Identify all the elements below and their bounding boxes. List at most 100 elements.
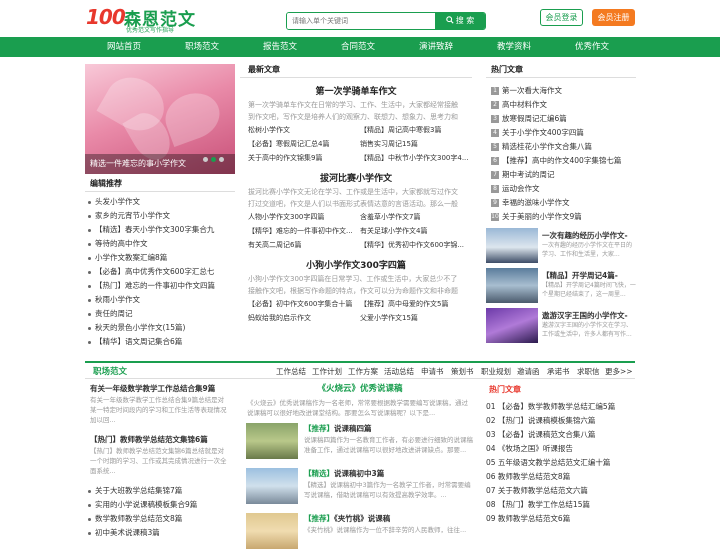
thumb-image (486, 228, 538, 263)
article-headline[interactable]: 拔河比赛小学作文 (240, 171, 472, 184)
hot-item[interactable]: 07 关于教师教学总结范文六篇 (486, 484, 636, 498)
article-link[interactable]: 含羞草小学作文7篇 (360, 210, 420, 224)
thumb-article[interactable]: 【精品】开学周记4篇- 【精品】开学周记4篇时间飞快，一个星期已经结束了，这一周… (486, 268, 636, 304)
login-button[interactable]: 会员登录 (540, 9, 583, 26)
card-title: 【推荐】说课稿四篇 (304, 423, 372, 434)
hot-item[interactable]: 5 精选桂花小学作文合集八篇 (486, 140, 636, 154)
rank-badge: 9 (491, 199, 499, 207)
nav-career[interactable]: 职场范文 (185, 37, 219, 57)
career-middle: 《火烧云》优秀说课稿 《火烧云》优秀说课稿作为一名老师，常常要根据教学需要编写说… (244, 382, 476, 553)
article-link[interactable]: 【精华】难忘的一件事初中作文... (248, 224, 353, 238)
career-link[interactable]: 工作总结 (276, 366, 306, 377)
list-item[interactable]: 实用的小学说课稿模板集合9篇 (85, 498, 235, 512)
thumb-article[interactable]: 遨游汉字王国的小学作文- 遨游汉字王国的小学作文在学习、工作或生活中，许多人都有… (486, 308, 636, 344)
article-link[interactable]: 【必备】寒假周记汇总4篇 (248, 137, 329, 151)
hot-item[interactable]: 3 放寒假周记汇编6篇 (486, 112, 636, 126)
site-header: 100 森恩范文 优秀范文写作指导 搜 索 会员登录 会员注册 (0, 0, 720, 37)
hot-item[interactable]: 4 关于小学作文400字四篇 (486, 126, 636, 140)
hot-item[interactable]: 7 期中考试的周记 (486, 168, 636, 182)
thumb-article[interactable]: 一次有趣的经历小学作文- 一次有趣的经历小学作文在平日的学习、工作和生活里，大家… (486, 228, 636, 264)
article-link[interactable]: 关于高中的作文锦集9篇 (248, 151, 322, 165)
card-title-text: 《夹竹桃》说课稿 (334, 514, 391, 523)
list-item[interactable]: 【精选】春天小学作文300字集合九 (85, 223, 235, 237)
nav-report[interactable]: 报告范文 (263, 37, 297, 57)
feature-card[interactable]: 【推荐】《夹竹桃》说课稿 《夹竹桃》说课稿作为一位不辞辛劳的人民教师，往往... (244, 511, 476, 553)
career-hot-title: 热门文章 (489, 385, 521, 394)
list-item[interactable]: 秋雨小学作文 (85, 293, 235, 307)
article-link[interactable]: 有关足球小学作文4篇 (360, 224, 427, 238)
register-button[interactable]: 会员注册 (592, 9, 635, 26)
nav-contract[interactable]: 合同范文 (341, 37, 375, 57)
list-item[interactable]: 家乡的元宵节小学作文 (85, 209, 235, 223)
hot-item[interactable]: 08 【热门】教学工作总结15篇 (486, 498, 636, 512)
career-link[interactable]: 活动总结 (384, 366, 414, 377)
hot-item-label: 运动会作文 (502, 184, 540, 193)
career-link[interactable]: 承诺书 (547, 366, 570, 377)
list-item[interactable]: 等待的高中作文 (85, 237, 235, 251)
article-headline[interactable]: 第一次学骑单车作文 (240, 84, 472, 97)
list-item[interactable]: 关于大班教学总结集锦7篇 (85, 484, 235, 498)
career-link[interactable]: 职业规划 (481, 366, 511, 377)
hot-item[interactable]: 1 第一次看大海作文 (486, 84, 636, 98)
list-item[interactable]: 头发小学作文 (85, 195, 235, 209)
hot-item[interactable]: 04 《牧场之国》听课报告 (486, 442, 636, 456)
more-link[interactable]: 更多>> (605, 366, 633, 377)
career-link[interactable]: 工作方案 (348, 366, 378, 377)
nav-speech[interactable]: 演讲致辞 (419, 37, 453, 57)
feature-card[interactable]: 【精选】说课稿初中3篇 【精选】说课稿初中3篇作为一名教学工作者，时常需要编写说… (244, 466, 476, 508)
list-item[interactable]: 秋天的景色小学作文(15篇) (85, 321, 235, 335)
career-link[interactable]: 工作计划 (312, 366, 342, 377)
feature-headline[interactable]: 《火烧云》优秀说课稿 (244, 382, 476, 396)
hot-item[interactable]: 09 教师教学总结范文6篇 (486, 512, 636, 526)
search-button[interactable]: 搜 索 (435, 13, 485, 29)
article-link[interactable]: 父爱小学作文15篇 (360, 311, 418, 325)
list-item[interactable]: 【热门】难忘的一件事初中作文四篇 (85, 279, 235, 293)
slide-dot[interactable] (203, 157, 208, 162)
list-item[interactable]: 数学教师教学总结范文8篇 (85, 512, 235, 526)
nav-essay[interactable]: 优秀作文 (575, 37, 609, 57)
hot-item[interactable]: 02 【热门】说课稿模板集锦六篇 (486, 414, 636, 428)
career-link[interactable]: 求职信 (577, 366, 600, 377)
list-item[interactable]: 初中美术说课稿3篇 (85, 526, 235, 540)
nav-home[interactable]: 网站首页 (107, 37, 141, 57)
list-item[interactable]: 责任的周记 (85, 307, 235, 321)
hot-item[interactable]: 10 关于美丽的小学作文9篇 (486, 210, 636, 224)
logo-number: 100 (86, 5, 126, 29)
career-link[interactable]: 申请书 (421, 366, 444, 377)
hot-item[interactable]: 8 运动会作文 (486, 182, 636, 196)
featured-item-title[interactable]: 有关一年级数学教学工作总结合集9篇 (85, 382, 235, 395)
article-link[interactable]: 【精华】优秀初中作文600字锦... (360, 238, 464, 252)
article-link[interactable]: 蚂蚁给我的启示作文 (248, 311, 311, 325)
article-link[interactable]: 【必备】初中作文600字集合十篇 (248, 297, 352, 311)
slide-dot[interactable] (219, 157, 224, 162)
article-link[interactable]: 有关高二周记6篇 (248, 238, 301, 252)
feature-card[interactable]: 【推荐】说课稿四篇 说课稿四篇作为一名教育工作者，有必要进行细致的说课稿准备工作… (244, 421, 476, 463)
article-link[interactable]: 【精品】中秋节小学作文300字4... (360, 151, 469, 165)
site-logo[interactable]: 100 森恩范文 优秀范文写作指导 (86, 5, 196, 34)
article-link[interactable]: 人物小学作文300字四篇 (248, 210, 324, 224)
rank-badge: 2 (491, 101, 499, 109)
list-item[interactable]: 【精华】语文周记集合6篇 (85, 335, 235, 349)
hot-item[interactable]: 06 教师教学总结范文8篇 (486, 470, 636, 484)
hot-item[interactable]: 2 高中材料作文 (486, 98, 636, 112)
slide-dot-active[interactable] (211, 157, 216, 162)
article-link[interactable]: 【推荐】高中母爱的作文5篇 (360, 297, 448, 311)
article-summary: 第一次学骑单车作文在日常的学习、工作、生活中，大家都经常接触到作文吧，写作文是培… (248, 101, 458, 121)
list-item[interactable]: 【必备】高中优秀作文600字汇总七 (85, 265, 235, 279)
career-link[interactable]: 策划书 (451, 366, 474, 377)
nav-teaching[interactable]: 教学资料 (497, 37, 531, 57)
featured-item-title[interactable]: 【热门】教师教学总结范文集锦6篇 (85, 433, 235, 446)
search-input[interactable] (287, 13, 437, 29)
article-headline[interactable]: 小狗小学作文300字四篇 (240, 258, 472, 271)
hot-item[interactable]: 05 五年级语文教学总结范文汇编十篇 (486, 456, 636, 470)
featured-slide[interactable]: 精选一件难忘的事小学作文 (85, 64, 235, 174)
hot-item[interactable]: 9 幸福的滋味小学作文 (486, 196, 636, 210)
article-link[interactable]: 销售实习周记15篇 (360, 137, 418, 151)
article-link[interactable]: 【精品】周记高中寒假3篇 (360, 123, 441, 137)
hot-item[interactable]: 01 【必备】数学教师教学总结汇编5篇 (486, 400, 636, 414)
list-item[interactable]: 小学作文教案汇编8篇 (85, 251, 235, 265)
hot-item[interactable]: 6 【推荐】高中的作文400字集锦七篇 (486, 154, 636, 168)
hot-item[interactable]: 03 【必备】说课稿范文合集八篇 (486, 428, 636, 442)
article-link[interactable]: 松树小学作文 (248, 123, 290, 137)
career-link[interactable]: 邀请函 (517, 366, 540, 377)
